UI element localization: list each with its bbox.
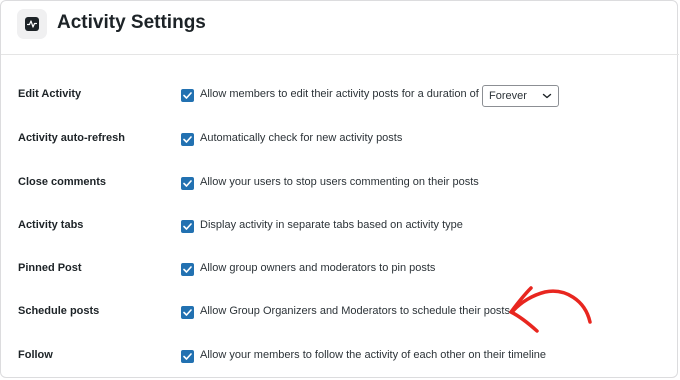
schedule-posts-checkbox[interactable] (181, 306, 194, 319)
pinned-post-checkbox[interactable] (181, 263, 194, 276)
setting-description: Allow group owners and moderators to pin… (200, 262, 436, 274)
panel-header: Activity Settings (1, 1, 679, 55)
edit-duration-select[interactable]: Forever (482, 85, 559, 107)
setting-description: Allow your users to stop users commentin… (200, 176, 479, 188)
setting-description: Allow Group Organizers and Moderators to… (200, 305, 510, 317)
activity-auto-refresh-checkbox[interactable] (181, 133, 194, 146)
edit-duration-value: Forever (489, 90, 527, 102)
setting-description: Allow members to edit their activity pos… (200, 88, 479, 100)
setting-row-pinned-post: Pinned Post Allow group owners and moder… (1, 258, 679, 282)
setting-label: Schedule posts (18, 305, 100, 317)
activity-tabs-checkbox[interactable] (181, 220, 194, 233)
chevron-down-icon (542, 93, 552, 99)
activity-icon (17, 9, 47, 39)
setting-label: Edit Activity (18, 88, 82, 100)
setting-row-activity-auto-refresh: Activity auto-refresh Automatically chec… (1, 128, 679, 152)
setting-row-close-comments: Close comments Allow your users to stop … (1, 172, 679, 196)
setting-description: Automatically check for new activity pos… (200, 132, 403, 144)
close-comments-checkbox[interactable] (181, 177, 194, 190)
setting-row-edit-activity: Edit Activity Allow members to edit thei… (1, 84, 679, 108)
edit-activity-checkbox[interactable] (181, 89, 194, 102)
setting-label: Activity auto-refresh (18, 132, 125, 144)
page-title: Activity Settings (57, 12, 206, 33)
setting-label: Follow (18, 349, 53, 361)
setting-label: Close comments (18, 176, 107, 188)
setting-description: Display activity in separate tabs based … (200, 219, 463, 231)
setting-label: Activity tabs (18, 219, 84, 231)
setting-row-activity-tabs: Activity tabs Display activity in separa… (1, 215, 679, 239)
setting-description: Allow your members to follow the activit… (200, 349, 547, 361)
annotation-arrow-icon (509, 286, 592, 333)
setting-label: Pinned Post (18, 262, 82, 274)
setting-row-follow: Follow Allow your members to follow the … (1, 345, 679, 369)
follow-checkbox[interactable] (181, 350, 194, 363)
